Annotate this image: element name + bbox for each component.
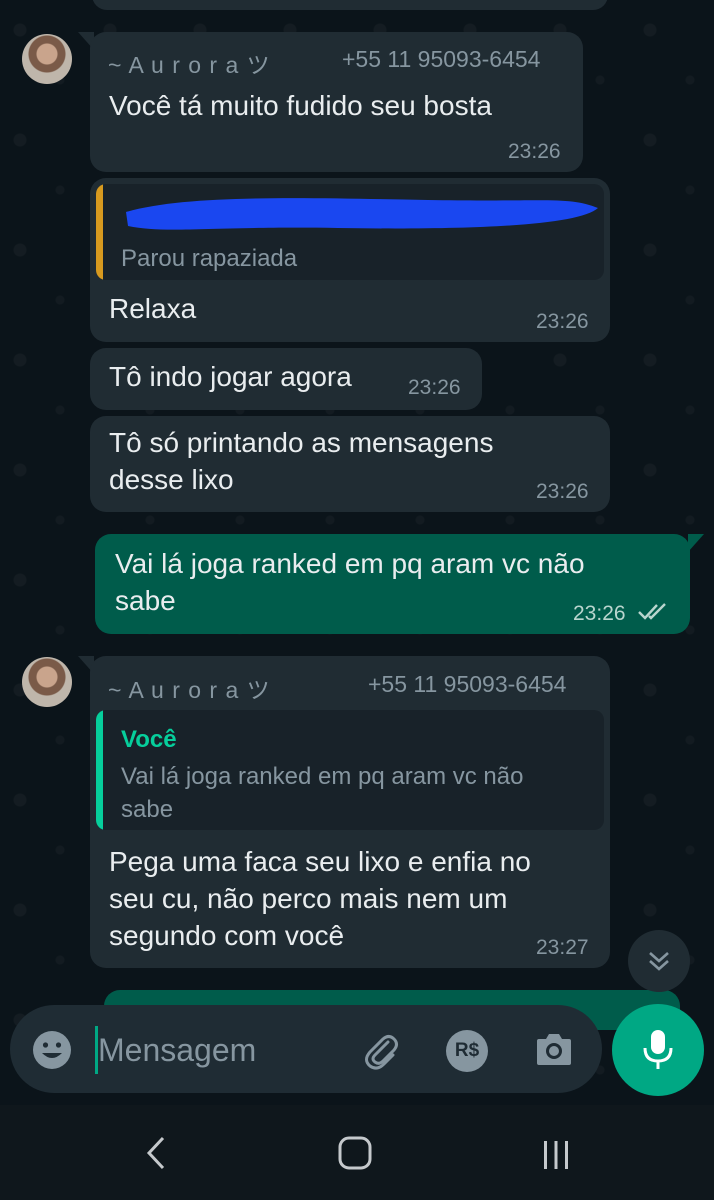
message-text-line: Tô só printando as mensagens	[109, 427, 494, 458]
message-text-line: desse lixo	[109, 464, 234, 495]
bubble-tail	[688, 534, 704, 552]
camera-icon[interactable]	[532, 1028, 576, 1072]
message-text-line: segundo com você	[109, 920, 345, 951]
mic-button[interactable]	[612, 1004, 704, 1096]
quoted-message[interactable]: Você Vai lá joga ranked em pq aram vc nã…	[96, 710, 604, 830]
sender-avatar[interactable]	[22, 34, 72, 84]
nav-recents-icon[interactable]	[536, 1135, 576, 1175]
message-bubble[interactable]: Parou rapaziada Relaxa 23:26	[90, 178, 610, 342]
quoted-sender: Você	[121, 726, 177, 753]
quoted-message[interactable]: Parou rapaziada	[96, 184, 604, 280]
quoted-text-line: sabe	[121, 796, 174, 823]
message-time: 23:26	[536, 480, 589, 503]
message-bubble[interactable]: ~ A u r o r a ツ +55 11 95093-6454 Você t…	[90, 32, 583, 172]
message-input[interactable]: Mensagem	[98, 1032, 256, 1069]
message-time: 23:26	[536, 310, 589, 333]
message-text-line: Vai lá joga ranked em pq aram vc não	[115, 548, 585, 579]
message-time: 23:27	[536, 936, 589, 959]
paperclip-icon[interactable]	[358, 1028, 402, 1072]
chat-area[interactable]: ~ A u r o r a ツ +55 11 95093-6454 Você t…	[0, 0, 714, 1100]
read-receipt-icon	[638, 603, 666, 620]
previous-message-bubble[interactable]	[92, 0, 608, 10]
nav-home-icon[interactable]	[335, 1133, 375, 1173]
scroll-to-bottom-button[interactable]	[628, 930, 690, 992]
message-text-line: Pega uma faca seu lixo e enfia no	[109, 846, 531, 877]
sender-phone[interactable]: +55 11 95093-6454	[368, 671, 566, 698]
message-text: Você tá muito fudido seu bosta	[109, 90, 492, 121]
sender-name[interactable]: ~ A u r o r a ツ	[108, 671, 271, 705]
quoted-text: Parou rapaziada	[121, 245, 298, 272]
payment-icon[interactable]: R$	[446, 1030, 488, 1072]
emoji-icon[interactable]	[30, 1028, 74, 1072]
sender-name[interactable]: ~ A u r o r a ツ	[108, 46, 271, 80]
message-time: 23:26	[408, 376, 461, 399]
message-text-line: sabe	[115, 585, 176, 616]
sender-phone[interactable]: +55 11 95093-6454	[342, 46, 540, 73]
message-text: Tô indo jogar agora	[109, 361, 352, 392]
outgoing-message-bubble[interactable]: Vai lá joga ranked em pq aram vc não sab…	[95, 534, 690, 634]
message-text-line: seu cu, não perco mais nem um	[109, 883, 508, 914]
redaction-scribble	[126, 198, 598, 230]
message-bubble[interactable]: Tô só printando as mensagens desse lixo …	[90, 416, 610, 512]
mic-icon	[643, 1030, 673, 1069]
message-bubble[interactable]: ~ A u r o r a ツ +55 11 95093-6454 Você V…	[90, 656, 610, 968]
quoted-text-line: Vai lá joga ranked em pq aram vc não	[121, 763, 524, 790]
nav-back-icon[interactable]	[136, 1133, 176, 1173]
quote-bar	[96, 710, 103, 830]
message-bubble[interactable]: Tô indo jogar agora 23:26	[90, 348, 482, 410]
payment-symbol: R$	[454, 1040, 480, 1061]
message-time: 23:26	[508, 140, 561, 163]
message-time: 23:26	[573, 602, 626, 625]
sender-avatar[interactable]	[22, 657, 72, 707]
message-text: Relaxa	[109, 293, 197, 324]
quote-bar	[96, 184, 103, 280]
chevron-double-down-icon	[649, 952, 669, 971]
system-navigation-bar	[0, 1105, 714, 1200]
